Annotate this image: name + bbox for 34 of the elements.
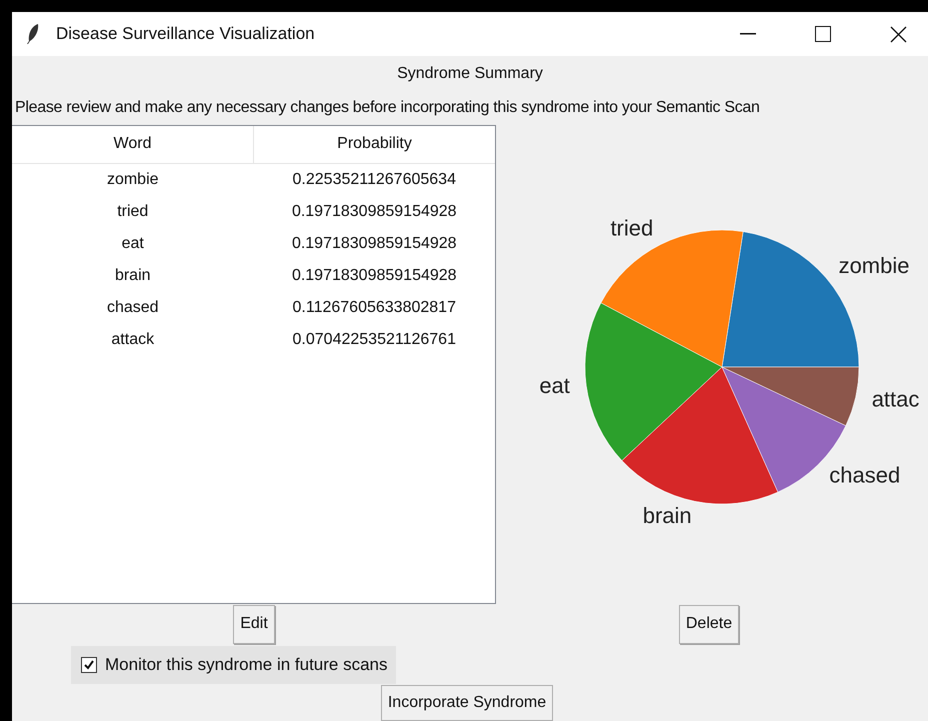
- table-cell-text: brain: [114, 266, 152, 286]
- table-cell-text: zombie: [106, 170, 160, 190]
- slice-label: attac: [872, 386, 920, 412]
- checkbox-label: Monitor this syndrome in future scans: [105, 654, 388, 676]
- column-header[interactable]: Word: [12, 126, 254, 164]
- maximize-icon: [815, 26, 831, 42]
- slice-label: eat: [539, 372, 570, 398]
- slice-label: tried: [610, 215, 654, 240]
- slice-label: chased: [829, 462, 900, 488]
- table-cell-text: 0.22535211267605634: [292, 170, 457, 190]
- table-cell-text: tried: [116, 202, 150, 222]
- heading: Syndrome Summary: [396, 64, 544, 84]
- table-cell-text: attack: [110, 330, 156, 350]
- table-cell-text: 0.07042253521126761: [292, 330, 457, 350]
- window-title: Disease Surveillance Visualization: [56, 23, 315, 46]
- slice-label: brain: [642, 502, 692, 528]
- table-cell-text: 0.19718309859154928: [290, 266, 458, 286]
- minimize-icon: [740, 33, 756, 35]
- checkbox[interactable]: [81, 657, 97, 674]
- check-icon: [83, 659, 95, 672]
- slice-label: zombie: [838, 252, 910, 278]
- incorporate-button[interactable]: Incorporate Syndrome: [380, 685, 554, 721]
- table-cell-text: 0.19718309859154928: [290, 202, 458, 222]
- column-header[interactable]: Probability: [254, 126, 495, 164]
- table-cell-text: 0.11267605633802817: [292, 298, 457, 318]
- close-icon: [890, 26, 906, 42]
- feather-icon: [26, 23, 40, 45]
- monitor-checkbox[interactable]: Monitor this syndrome in future scans: [71, 646, 396, 684]
- table-cell-text: eat: [120, 234, 145, 254]
- delete-button[interactable]: Delete: [678, 604, 740, 644]
- table-cell-text: 0.19718309859154928: [290, 234, 458, 254]
- edit-button[interactable]: Edit: [233, 604, 275, 644]
- table-cell-text: chased: [106, 298, 160, 318]
- instructions: Please review and make any necessary changes before incorporating this syndrome into your Semantic Scan: [14, 98, 760, 118]
